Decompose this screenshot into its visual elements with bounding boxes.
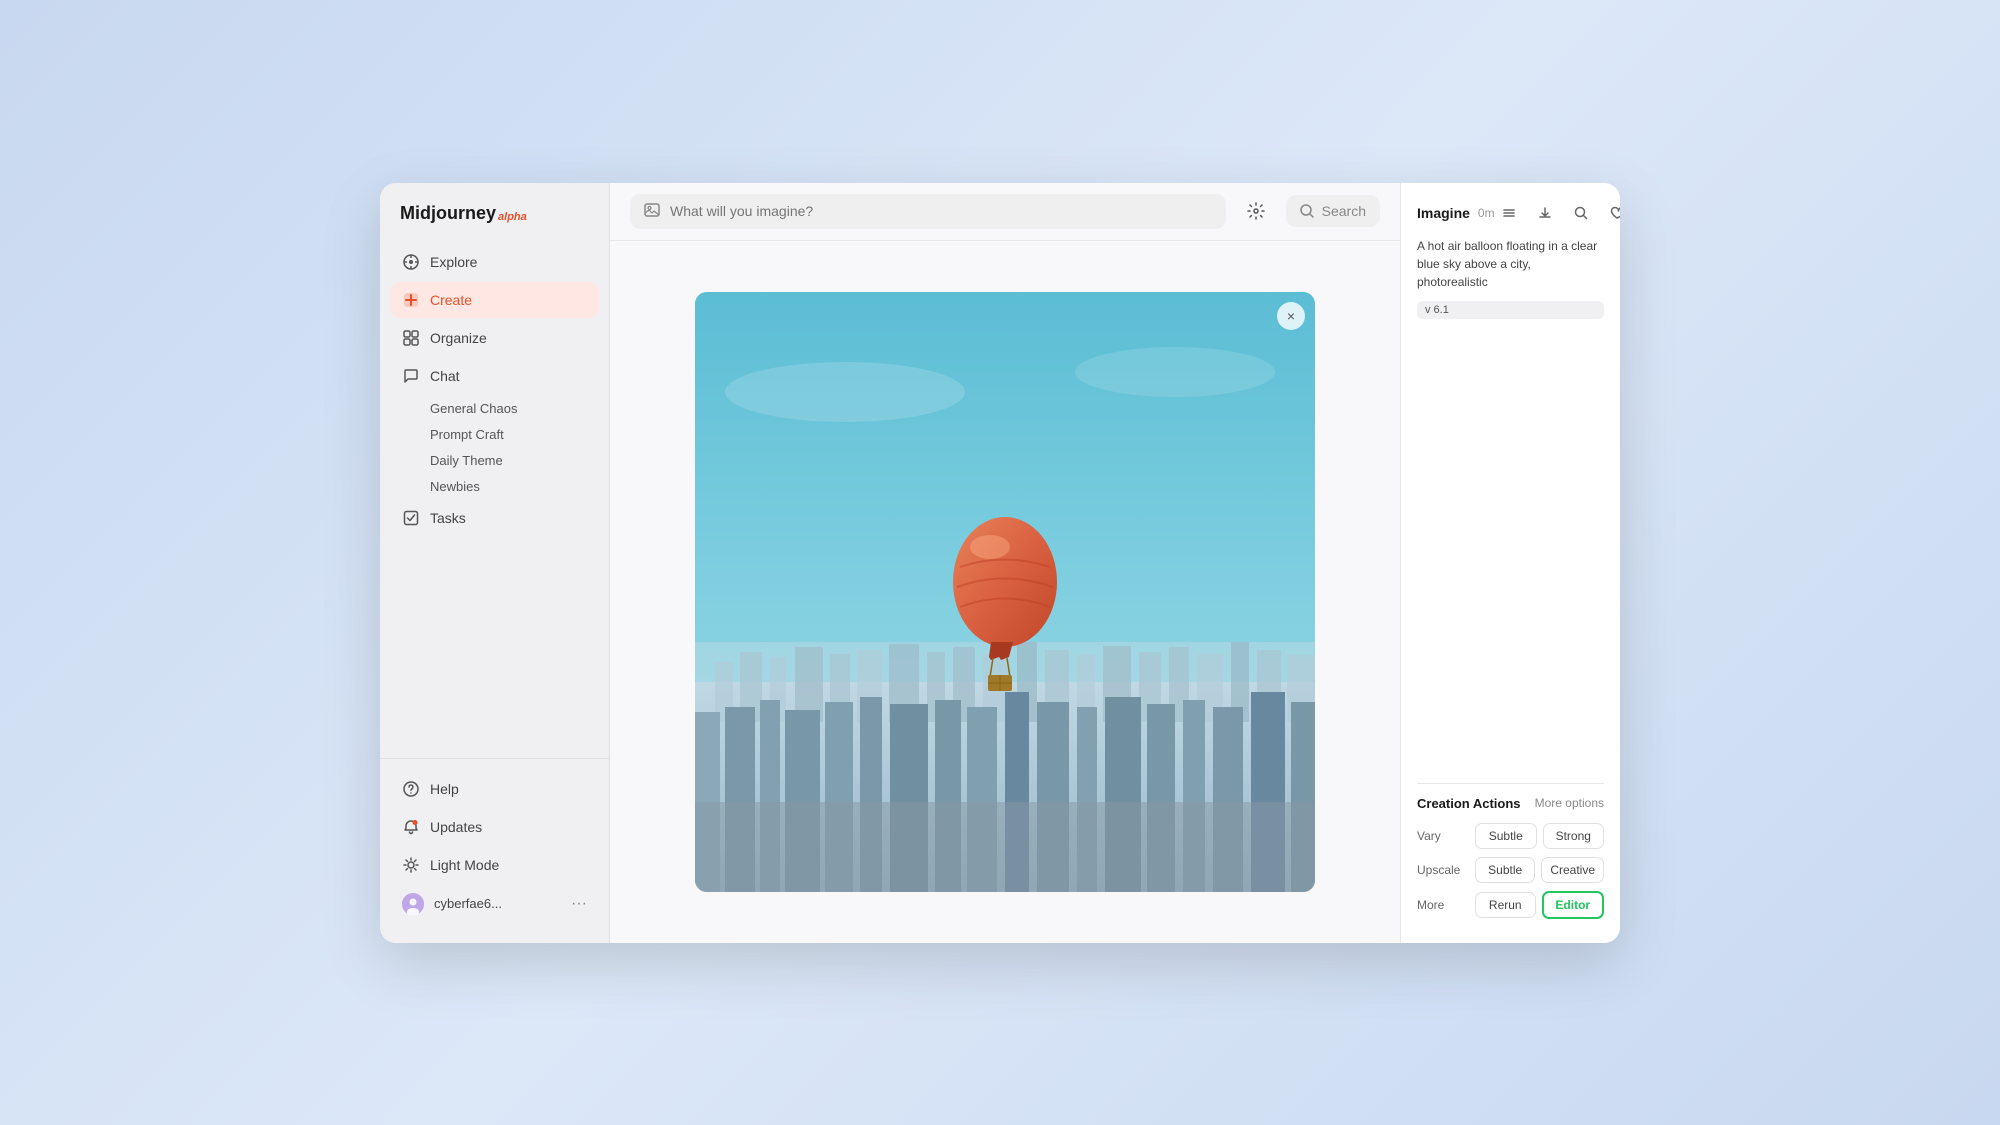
vary-strong-button[interactable]: Strong xyxy=(1543,823,1605,849)
user-menu-dots[interactable]: ··· xyxy=(571,895,587,913)
more-options-button[interactable]: More options xyxy=(1535,796,1604,810)
panel-heart-button[interactable] xyxy=(1603,199,1620,227)
help-icon xyxy=(402,780,420,798)
chat-child-newbies[interactable]: Newbies xyxy=(418,474,599,499)
generated-image: × xyxy=(695,292,1315,892)
sidebar-item-tasks[interactable]: Tasks xyxy=(390,500,599,536)
panel-search-icon xyxy=(1574,206,1588,220)
sidebar-item-help-label: Help xyxy=(430,781,459,797)
chat-child-prompt-craft[interactable]: Prompt Craft xyxy=(418,422,599,447)
more-label: More xyxy=(1417,898,1469,912)
sidebar-item-explore[interactable]: Explore xyxy=(390,244,599,280)
editor-button[interactable]: Editor xyxy=(1542,891,1605,919)
sidebar: Midjourney alpha Explore xyxy=(380,183,610,943)
sidebar-item-organize[interactable]: Organize xyxy=(390,320,599,356)
chat-child-general-chaos[interactable]: General Chaos xyxy=(418,396,599,421)
compass-icon xyxy=(402,253,420,271)
panel-time: 0m xyxy=(1478,206,1495,220)
search-button[interactable]: Search xyxy=(1286,195,1380,227)
settings-icon-btn[interactable] xyxy=(1238,193,1274,229)
sidebar-item-light-mode-label: Light Mode xyxy=(430,857,499,873)
panel-menu-button[interactable] xyxy=(1495,199,1523,227)
topbar: Search xyxy=(610,183,1400,241)
more-row: More Rerun Editor xyxy=(1417,891,1604,919)
download-icon xyxy=(1538,206,1552,220)
version-badge: v 6.1 xyxy=(1417,301,1604,319)
sidebar-item-chat-label: Chat xyxy=(430,368,460,384)
logo-text: Midjourney xyxy=(400,203,496,224)
sidebar-item-explore-label: Explore xyxy=(430,254,477,270)
sidebar-item-updates-label: Updates xyxy=(430,819,482,835)
right-panel: Imagine 0m xyxy=(1400,183,1620,943)
chat-child-daily-theme[interactable]: Daily Theme xyxy=(418,448,599,473)
upscale-label: Upscale xyxy=(1417,863,1469,877)
panel-icons xyxy=(1495,199,1620,227)
sidebar-item-tasks-label: Tasks xyxy=(430,510,466,526)
logo: Midjourney alpha xyxy=(380,203,609,244)
logo-alpha: alpha xyxy=(498,211,527,223)
search-icon xyxy=(1300,204,1314,218)
sidebar-item-organize-label: Organize xyxy=(430,330,487,346)
panel-title: Imagine xyxy=(1417,205,1470,221)
image-icon xyxy=(644,202,660,221)
sidebar-item-help[interactable]: Help xyxy=(390,771,599,807)
heart-icon xyxy=(1610,206,1620,220)
panel-download-button[interactable] xyxy=(1531,199,1559,227)
panel-header: Imagine 0m xyxy=(1417,199,1604,227)
creation-actions-title: Creation Actions xyxy=(1417,796,1521,811)
vary-row: Vary Subtle Strong xyxy=(1417,823,1604,849)
upscale-row: Upscale Subtle Creative xyxy=(1417,857,1604,883)
main-content: Search × xyxy=(610,183,1400,943)
panel-footer: Creation Actions More options Vary Subtl… xyxy=(1417,783,1604,927)
panel-menu-icon xyxy=(1502,206,1516,220)
vary-subtle-button[interactable]: Subtle xyxy=(1475,823,1537,849)
chat-icon xyxy=(402,367,420,385)
sidebar-item-create[interactable]: Create xyxy=(390,282,599,318)
close-image-button[interactable]: × xyxy=(1277,302,1305,330)
rerun-button[interactable]: Rerun xyxy=(1475,892,1536,918)
sun-icon xyxy=(402,856,420,874)
sidebar-bottom: Help Updates xyxy=(380,758,609,923)
creation-actions-header: Creation Actions More options xyxy=(1417,796,1604,811)
app-window: Midjourney alpha Explore xyxy=(380,183,1620,943)
upscale-subtle-button[interactable]: Subtle xyxy=(1475,857,1535,883)
sidebar-item-create-label: Create xyxy=(430,292,472,308)
sidebar-item-chat[interactable]: Chat xyxy=(390,358,599,394)
vary-label: Vary xyxy=(1417,829,1469,843)
sidebar-item-updates[interactable]: Updates xyxy=(390,809,599,845)
tasks-icon xyxy=(402,509,420,527)
chat-children: General Chaos Prompt Craft Daily Theme N… xyxy=(418,396,599,499)
username: cyberfae6... xyxy=(434,896,561,911)
settings-icon xyxy=(1247,202,1265,220)
user-row[interactable]: cyberfae6... ··· xyxy=(390,885,599,923)
grid-icon xyxy=(402,329,420,347)
create-icon xyxy=(402,291,420,309)
sidebar-item-light-mode[interactable]: Light Mode xyxy=(390,847,599,883)
panel-search-button[interactable] xyxy=(1567,199,1595,227)
prompt-input[interactable] xyxy=(670,203,1212,219)
balloon-scene-svg xyxy=(695,292,1315,892)
updates-icon xyxy=(402,818,420,836)
upscale-creative-button[interactable]: Creative xyxy=(1541,857,1604,883)
avatar xyxy=(402,893,424,915)
search-label: Search xyxy=(1322,203,1366,219)
prompt-text: A hot air balloon floating in a clear bl… xyxy=(1417,237,1604,291)
prompt-input-area[interactable] xyxy=(630,194,1226,229)
image-area: × xyxy=(610,241,1400,943)
nav-items: Explore Create xyxy=(380,244,609,750)
